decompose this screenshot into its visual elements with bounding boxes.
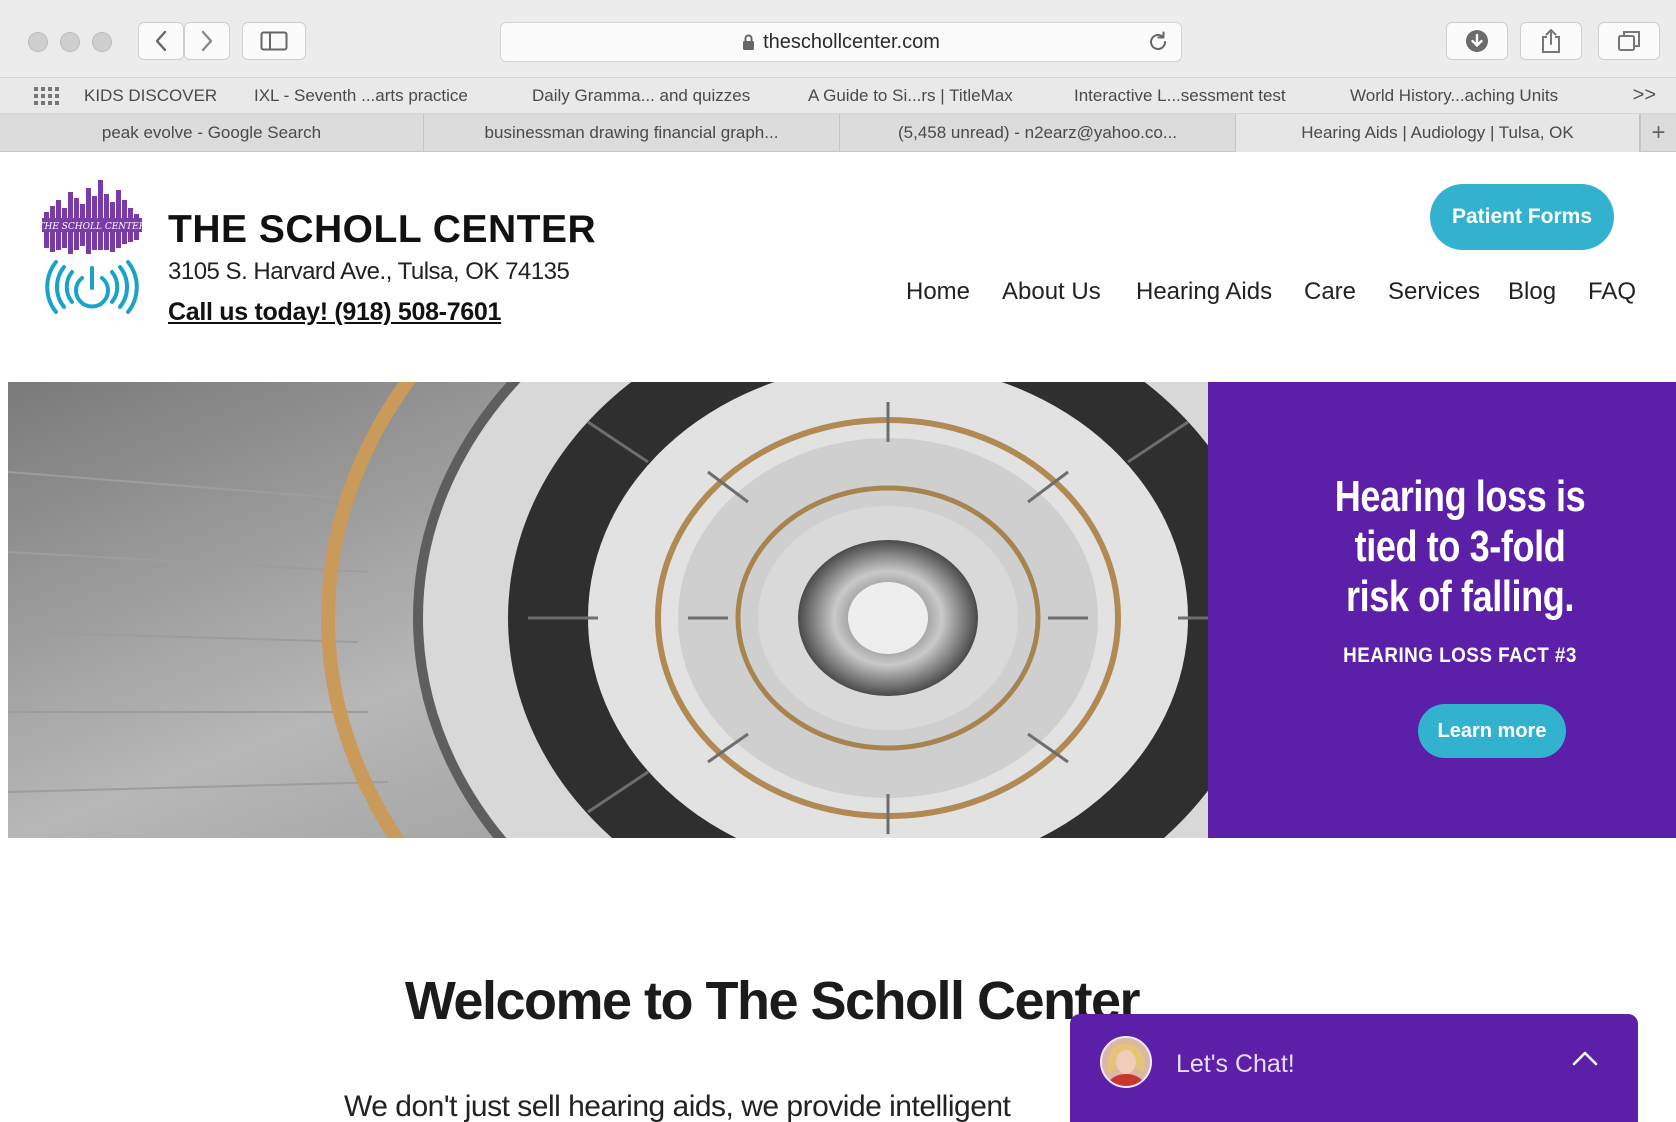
hero-fact-panel: Hearing loss is tied to 3-fold risk of f… xyxy=(1208,382,1676,838)
share-icon xyxy=(1542,29,1560,53)
hero-spiral-staircase-image xyxy=(8,382,1208,838)
tab-title: (5,458 unread) - n2earz@yahoo.co... xyxy=(897,123,1178,142)
tab-title: Hearing Aids | Audiology | Tulsa, OK xyxy=(1301,123,1574,142)
learn-more-button[interactable]: Learn more xyxy=(1418,704,1566,758)
bookmark-item[interactable]: World History...aching Units xyxy=(1350,86,1558,106)
hero-headline: Hearing loss is tied to 3-fold risk of f… xyxy=(1334,472,1586,621)
web-page: THE SCHOLL CENTER THE SCHOLL CENTER 3105… xyxy=(8,152,1676,1122)
tab-bar: peak evolve - Google Search businessman … xyxy=(0,114,1676,152)
tab-overview-button[interactable] xyxy=(1598,22,1660,60)
sidebar-toggle-button[interactable] xyxy=(242,22,306,60)
bookmarks-overflow-button[interactable]: >> xyxy=(1633,84,1656,107)
nav-services[interactable]: Services xyxy=(1388,278,1480,306)
site-title[interactable]: THE SCHOLL CENTER xyxy=(168,208,596,252)
nav-about-us[interactable]: About Us xyxy=(1002,278,1101,306)
tabs-icon xyxy=(1618,31,1640,51)
hero-subhead: HEARING LOSS FACT #3 xyxy=(1343,644,1577,667)
bookmark-item[interactable]: IXL - Seventh ...arts practice xyxy=(254,86,468,106)
patient-forms-button[interactable]: Patient Forms xyxy=(1430,184,1614,250)
nav-faq[interactable]: FAQ xyxy=(1588,278,1636,306)
download-icon xyxy=(1466,30,1488,52)
tab-yahoo-mail[interactable]: (5,458 unread) - n2earz@yahoo.co... xyxy=(840,114,1236,152)
reload-icon[interactable] xyxy=(1147,31,1169,59)
back-button[interactable] xyxy=(138,22,184,60)
new-tab-button[interactable]: + xyxy=(1640,114,1676,152)
sidebar-icon xyxy=(260,31,288,51)
minimize-window-button[interactable] xyxy=(60,32,80,52)
downloads-button[interactable] xyxy=(1446,22,1508,60)
lock-icon xyxy=(742,34,755,51)
tab-scholl-center[interactable]: Hearing Aids | Audiology | Tulsa, OK xyxy=(1236,114,1640,152)
apps-grid-icon[interactable] xyxy=(34,87,60,110)
url-text: theschollcenter.com xyxy=(763,30,940,53)
bookmarks-bar: KIDS DISCOVER IXL - Seventh ...arts prac… xyxy=(0,78,1676,114)
chevron-left-icon xyxy=(155,30,167,52)
browser-window: theschollcenter.com KIDS DISCOVER IXL - … xyxy=(0,0,1676,1122)
hero-banner: Hearing loss is tied to 3-fold risk of f… xyxy=(8,382,1676,838)
bookmark-item[interactable]: A Guide to Si...rs | TitleMax xyxy=(808,86,1013,106)
bookmark-item[interactable]: Daily Gramma... and quizzes xyxy=(532,86,750,106)
intro-text: We don't just sell hearing aids, we prov… xyxy=(344,1090,1011,1122)
nav-home[interactable]: Home xyxy=(906,278,970,306)
tab-google-search[interactable]: peak evolve - Google Search xyxy=(0,114,424,152)
browser-toolbar: theschollcenter.com xyxy=(0,0,1676,78)
nav-blog[interactable]: Blog xyxy=(1508,278,1556,306)
tab-image-search[interactable]: businessman drawing financial graph... xyxy=(424,114,840,152)
zoom-window-button[interactable] xyxy=(92,32,112,52)
chat-label: Let's Chat! xyxy=(1176,1050,1295,1078)
window-controls xyxy=(28,32,112,52)
chevron-right-icon xyxy=(201,30,213,52)
chat-agent-avatar xyxy=(1100,1036,1152,1088)
bookmark-item[interactable]: KIDS DISCOVER xyxy=(84,86,217,106)
bookmark-item[interactable]: Interactive L...sessment test xyxy=(1074,86,1286,106)
tab-title: businessman drawing financial graph... xyxy=(484,123,779,142)
nav-hearing-aids[interactable]: Hearing Aids xyxy=(1136,278,1272,306)
chevron-up-icon[interactable] xyxy=(1572,1050,1598,1071)
forward-button[interactable] xyxy=(184,22,230,60)
close-window-button[interactable] xyxy=(28,32,48,52)
address-bar[interactable]: theschollcenter.com xyxy=(500,22,1182,62)
share-button[interactable] xyxy=(1520,22,1582,60)
tab-title: peak evolve - Google Search xyxy=(101,123,322,142)
main-nav: Home About Us Hearing Aids Care Services… xyxy=(8,278,1676,318)
chat-widget[interactable]: Let's Chat! xyxy=(1070,1014,1638,1122)
nav-care[interactable]: Care xyxy=(1304,278,1356,306)
logo-wordmark: THE SCHOLL CENTER xyxy=(42,222,142,232)
